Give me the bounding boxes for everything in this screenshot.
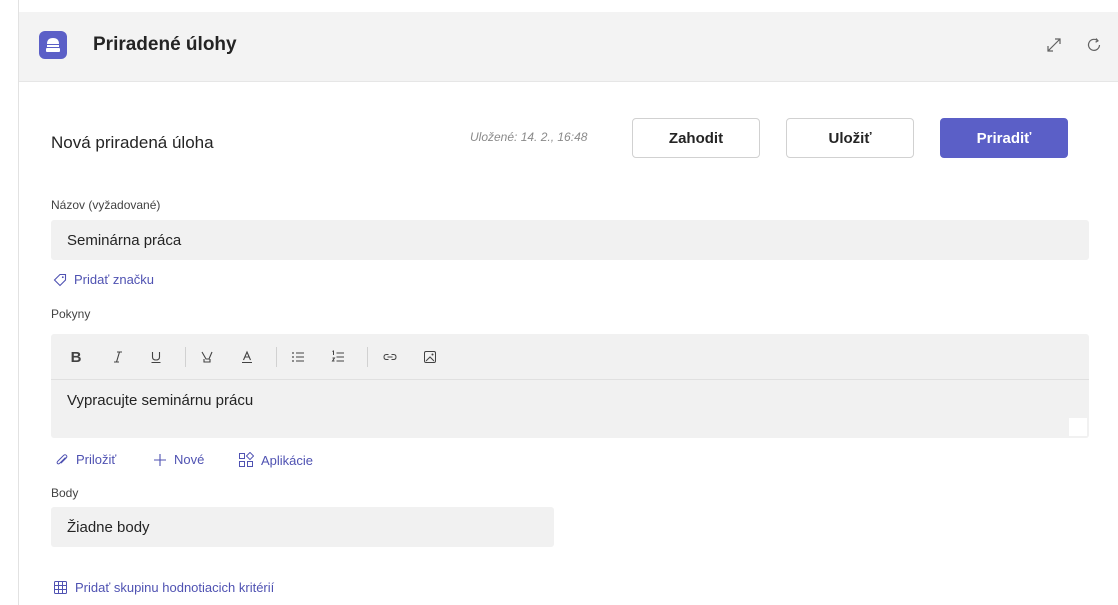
points-label: Body — [51, 486, 79, 500]
underline-icon[interactable] — [145, 346, 167, 368]
new-link[interactable]: Nové — [153, 452, 204, 467]
refresh-icon — [1087, 38, 1101, 51]
bold-icon[interactable]: B — [65, 346, 87, 368]
apps-link[interactable]: Aplikácie — [238, 452, 313, 468]
add-tag-link[interactable]: Pridať značku — [53, 272, 154, 287]
font-color-icon[interactable] — [236, 346, 258, 368]
instructions-label: Pokyny — [51, 307, 91, 321]
bullet-list-icon[interactable] — [287, 346, 309, 368]
plus-icon — [154, 453, 166, 466]
save-button[interactable]: Uložiť — [786, 118, 914, 158]
numbered-list-icon[interactable] — [327, 346, 349, 368]
app-header: Priradené úlohy — [19, 12, 1118, 82]
expand-icon — [1047, 38, 1061, 52]
link-icon[interactable] — [379, 346, 401, 368]
instructions-text: Vypracujte seminárnu prácu — [67, 392, 254, 409]
discard-button[interactable]: Zahodit — [632, 118, 760, 158]
refresh-button[interactable] — [1081, 32, 1107, 58]
editor-resize-handle[interactable] — [1069, 418, 1087, 436]
tag-icon — [53, 273, 67, 286]
apps-icon — [239, 452, 254, 467]
editor-toolbar: B — [51, 334, 1089, 380]
new-label: Nové — [174, 452, 205, 467]
toolbar-separator — [276, 347, 277, 367]
paperclip-icon — [56, 453, 68, 464]
name-label: Názov (vyžadované) — [51, 198, 161, 212]
points-input[interactable]: Žiadne body — [51, 507, 554, 547]
image-icon[interactable] — [419, 346, 441, 368]
toolbar-separator — [367, 347, 368, 367]
saved-status: Uložené: 14. 2., 16:48 — [470, 130, 588, 144]
name-input[interactable]: Seminárna práca — [51, 220, 1089, 260]
rubric-grid-icon — [54, 581, 67, 594]
add-rubric-label: Pridať skupinu hodnotiacich kritérií — [75, 580, 275, 595]
left-divider — [18, 0, 19, 605]
highlight-icon[interactable] — [196, 346, 218, 368]
add-rubric-link[interactable]: Pridať skupinu hodnotiacich kritérií — [53, 580, 274, 595]
add-tag-label: Pridať značku — [74, 272, 155, 287]
assign-button[interactable]: Priradiť — [940, 118, 1068, 158]
attach-label: Priložiť — [76, 452, 117, 467]
assignments-app-icon — [39, 31, 67, 59]
app-title: Priradené úlohy — [93, 34, 237, 55]
apps-label: Aplikácie — [261, 452, 314, 468]
app-frame: Priradené úlohy Nová priradená úloha Ulo… — [0, 0, 1118, 605]
instructions-editor[interactable]: B Vypracujte seminárnu prácu — [51, 334, 1089, 438]
attach-link[interactable]: Priložiť — [55, 452, 116, 467]
expand-button[interactable] — [1041, 32, 1067, 58]
left-strip — [0, 0, 18, 605]
toolbar-separator — [185, 347, 186, 367]
italic-icon[interactable] — [107, 346, 129, 368]
form-title: Nová priradená úloha — [51, 133, 214, 152]
